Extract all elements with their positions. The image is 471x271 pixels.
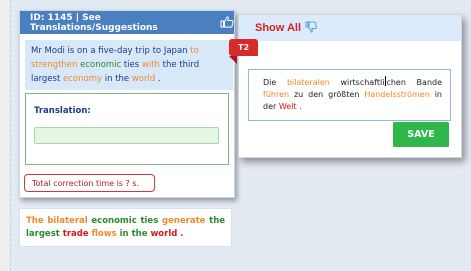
target-word[interactable]: bilateralen xyxy=(287,78,330,87)
reference-word[interactable]: ties xyxy=(140,216,158,226)
source-word[interactable]: . xyxy=(158,74,161,84)
reference-translation: The bilateral economic ties generate the… xyxy=(19,208,232,247)
target-word[interactable]: der xyxy=(263,102,276,111)
show-all-link[interactable]: Show All xyxy=(255,22,301,34)
source-word[interactable]: largest xyxy=(31,74,60,84)
reference-word[interactable]: the xyxy=(132,229,148,239)
source-word[interactable]: ties xyxy=(124,60,139,70)
target-word[interactable]: größten xyxy=(328,90,359,99)
target-card-header: Show All xyxy=(239,15,461,41)
target-word[interactable]: führen xyxy=(263,90,289,99)
source-word[interactable]: the xyxy=(115,74,129,84)
source-word[interactable]: a xyxy=(90,46,95,56)
target-word[interactable]: in xyxy=(435,90,442,99)
translation-panel: Translation: xyxy=(25,93,229,165)
source-word[interactable]: five-day xyxy=(98,46,132,56)
source-word[interactable]: economy xyxy=(63,74,102,84)
reference-word[interactable]: bilateral xyxy=(47,216,87,226)
t2-tag: T2 xyxy=(229,39,258,56)
target-word[interactable]: Handelsströmen xyxy=(364,90,429,99)
t2-tag-fold xyxy=(229,56,237,64)
source-word[interactable]: on xyxy=(77,46,88,56)
source-sentence: Mr Modi is on a five-day trip to Japan t… xyxy=(25,40,233,90)
thumbs-down-icon[interactable] xyxy=(305,21,317,36)
target-sentence-editor[interactable]: Die bilateralen wirtschaftli chen Bande f… xyxy=(248,69,451,121)
source-word[interactable]: third xyxy=(179,60,199,70)
source-word[interactable]: economic xyxy=(80,60,121,70)
source-word[interactable]: the xyxy=(163,60,177,70)
save-button[interactable]: SAVE xyxy=(393,122,449,147)
source-word[interactable]: Japan xyxy=(164,46,188,56)
reference-word[interactable]: the xyxy=(209,216,225,226)
source-word[interactable]: to xyxy=(153,46,162,56)
thumbs-up-icon[interactable] xyxy=(220,15,234,30)
source-word[interactable]: trip xyxy=(135,46,150,56)
reference-word[interactable]: economic xyxy=(91,216,136,226)
source-card-header: ID: 1145 | See Translations/Suggestions xyxy=(20,11,234,34)
reference-word[interactable]: trade xyxy=(63,229,89,239)
source-word[interactable]: in xyxy=(105,74,113,84)
target-word[interactable]: wirtschaftli chen xyxy=(340,76,406,87)
source-word[interactable]: is xyxy=(68,46,75,56)
reference-word[interactable]: world xyxy=(150,229,177,239)
reference-word[interactable]: . xyxy=(180,229,183,239)
reference-word[interactable]: largest xyxy=(26,229,60,239)
correction-time-notice: Total correction time is ? s. xyxy=(24,174,155,192)
reference-word[interactable]: in xyxy=(120,229,129,239)
header-title[interactable]: ID: 1145 | See Translations/Suggestions xyxy=(30,13,213,33)
source-word[interactable]: Modi xyxy=(45,46,65,56)
translation-input[interactable] xyxy=(34,127,219,144)
source-word[interactable]: world xyxy=(132,74,155,84)
reference-word[interactable]: The xyxy=(26,216,44,226)
text-cursor xyxy=(384,76,386,86)
source-card: ID: 1145 | See Translations/Suggestions … xyxy=(19,10,235,198)
reference-word[interactable]: flows xyxy=(92,229,117,239)
source-word[interactable]: strengthen xyxy=(31,60,77,70)
target-word[interactable]: . xyxy=(299,102,302,111)
target-card: Show All Die bilateralen wirtschaftli che… xyxy=(238,14,462,158)
source-word[interactable]: to xyxy=(190,46,199,56)
target-word[interactable]: den xyxy=(308,90,323,99)
translation-label: Translation: xyxy=(34,106,91,116)
source-word[interactable]: Mr xyxy=(31,46,42,56)
target-word[interactable]: Bande xyxy=(417,78,442,87)
target-word[interactable]: Welt xyxy=(279,102,297,111)
target-word[interactable]: zu xyxy=(294,90,303,99)
reference-word[interactable]: generate xyxy=(162,216,205,226)
source-word[interactable]: with xyxy=(142,60,160,70)
target-word[interactable]: Die xyxy=(263,78,276,87)
